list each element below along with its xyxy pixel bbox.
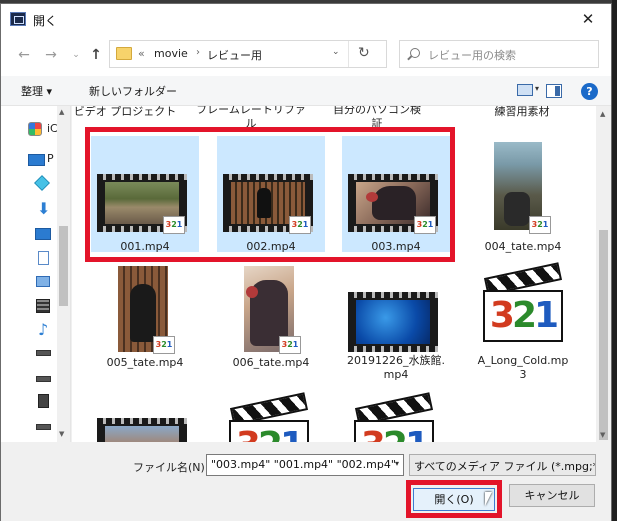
downloads-icon[interactable]: ⬇ — [37, 201, 50, 217]
up-folder-button[interactable]: ↑ — [87, 46, 105, 64]
search-icon — [410, 48, 420, 58]
pictures-icon[interactable] — [36, 276, 50, 287]
file-item-004[interactable]: 321 004_tate.mp4 — [469, 136, 577, 253]
breadcrumb-overflow[interactable]: « — [138, 47, 145, 60]
filename-input[interactable]: "003.mp4" "001.mp4" "002.mp4" ▾ — [206, 454, 404, 476]
drive-icon[interactable] — [36, 350, 51, 356]
file-item-005[interactable]: 321 005_tate.mp4 — [91, 262, 199, 378]
selection-highlight-box — [85, 127, 455, 262]
breadcrumb-movie[interactable]: movie — [154, 47, 188, 60]
recent-locations-button[interactable]: ⌄ — [67, 46, 85, 64]
breadcrumb-separator[interactable]: › — [196, 47, 200, 58]
filename-dropdown-icon[interactable]: ▾ — [395, 459, 399, 468]
file-name: 006_tate.mp4 — [232, 356, 310, 369]
media-player-badge-icon: 321 — [279, 336, 301, 354]
pc-icon[interactable] — [28, 154, 45, 166]
sidebar-scroll-thumb[interactable] — [59, 226, 68, 306]
desktop-icon[interactable] — [35, 228, 51, 240]
file-item-006[interactable]: 321 006_tate.mp4 — [217, 262, 325, 378]
folder-icon — [116, 47, 132, 60]
file-name: 20191226_水族館. mp4 — [347, 354, 445, 381]
drive-icon[interactable] — [36, 376, 51, 382]
forward-button[interactable]: → — [42, 46, 60, 64]
scroll-up-icon[interactable]: ▲ — [59, 108, 64, 116]
open-file-dialog: 開く ✕ ← → ⌄ ↑ « movie › レビュー用 ⌄ ↻ レビュー用の検… — [0, 3, 612, 521]
background-app-edge — [612, 0, 617, 521]
media-player-file-icon: 321 — [350, 392, 436, 442]
sidebar-scrollbar[interactable]: ▲ ▼ — [57, 106, 70, 442]
file-type-value: すべてのメディア ファイル (*.mpg;*.m — [414, 460, 596, 473]
file-item-20191226[interactable]: 20191226_水族館. mp4 — [342, 262, 450, 381]
file-name: A_Long_Cold.mp 3 — [477, 354, 569, 381]
file-item-partial[interactable] — [91, 392, 199, 442]
view-dropdown-icon[interactable]: ▾ — [535, 84, 539, 93]
command-toolbar: 整理 ▾ 新しいフォルダー ▾ ? — [1, 76, 611, 106]
filename-label: ファイル名(N): — [133, 461, 209, 474]
filename-value: "003.mp4" "001.mp4" "002.mp4" — [211, 458, 396, 471]
file-name: 004_tate.mp4 — [484, 240, 562, 253]
onedrive-icon[interactable] — [28, 122, 42, 136]
search-input[interactable]: レビュー用の検索 — [399, 40, 599, 68]
breadcrumb-review[interactable]: レビュー用 — [207, 47, 262, 63]
dialog-title: 開く — [33, 14, 58, 28]
video-thumbnail — [348, 292, 438, 352]
video-thumbnail — [97, 418, 187, 442]
help-button[interactable]: ? — [581, 83, 598, 100]
media-player-file-icon: 321 — [479, 262, 565, 344]
dialog-footer: ファイル名(N): "003.mp4" "001.mp4" "002.mp4" … — [1, 442, 611, 521]
address-dropdown-icon[interactable]: ⌄ — [332, 47, 340, 57]
file-list-scroll-thumb[interactable] — [599, 230, 608, 440]
open-button[interactable]: 開く(O) — [413, 488, 495, 511]
documents-icon[interactable] — [38, 251, 49, 265]
drive-icon[interactable] — [36, 424, 51, 430]
scroll-down-icon[interactable]: ▼ — [600, 431, 605, 439]
new-folder-button[interactable]: 新しいフォルダー — [89, 83, 177, 99]
file-name: 005_tate.mp4 — [106, 356, 184, 369]
file-list: ビデオ プロジェクト フレームレートリファ ル 自分のパソコン検 証 練習用素材… — [72, 106, 596, 442]
app-icon — [10, 12, 26, 26]
refresh-button[interactable]: ↻ — [358, 45, 370, 61]
close-icon: ✕ — [581, 10, 595, 28]
music-icon[interactable]: ♪ — [38, 322, 52, 338]
folder-label[interactable]: 練習用素材 — [467, 106, 577, 119]
3d-objects-icon[interactable] — [34, 175, 50, 191]
media-player-badge-icon: 321 — [529, 216, 551, 234]
videos-icon[interactable] — [36, 299, 50, 313]
cancel-button[interactable]: キャンセル — [509, 484, 595, 507]
search-placeholder: レビュー用の検索 — [428, 49, 516, 62]
title-bar: 開く ✕ — [1, 4, 611, 34]
media-player-badge-icon: 321 — [153, 336, 175, 354]
mouse-cursor-icon — [485, 492, 492, 506]
media-player-file-icon: 321 — [225, 392, 311, 442]
scroll-up-icon[interactable]: ▲ — [600, 110, 605, 118]
file-item-partial[interactable]: 321 — [217, 392, 325, 442]
folder-label[interactable]: ビデオ プロジェクト — [72, 106, 180, 119]
scroll-down-icon[interactable]: ▼ — [59, 430, 64, 438]
view-options-icon[interactable] — [517, 84, 533, 96]
back-button[interactable]: ← — [15, 46, 33, 64]
close-button[interactable]: ✕ — [565, 4, 611, 34]
file-type-select[interactable]: すべてのメディア ファイル (*.mpg;*.m — [409, 454, 596, 476]
file-item-a-long-cold[interactable]: 321 A_Long_Cold.mp 3 — [469, 262, 577, 381]
navigation-pane: iC P ⬇ ♪ ▲ ▼ — [1, 106, 71, 442]
file-item-partial[interactable]: 321 — [342, 392, 450, 442]
sidebar-item-label[interactable]: P — [47, 152, 54, 165]
organize-button[interactable]: 整理 ▾ — [21, 83, 52, 99]
navigation-bar: ← → ⌄ ↑ « movie › レビュー用 ⌄ ↻ レビュー用の検索 — [1, 34, 611, 76]
preview-pane-icon[interactable] — [546, 84, 562, 98]
file-list-scrollbar[interactable]: ▲ ▼ — [596, 106, 611, 442]
address-divider — [348, 41, 349, 67]
address-bar[interactable]: « movie › レビュー用 ⌄ ↻ — [109, 40, 387, 68]
drive-icon[interactable] — [38, 394, 49, 408]
